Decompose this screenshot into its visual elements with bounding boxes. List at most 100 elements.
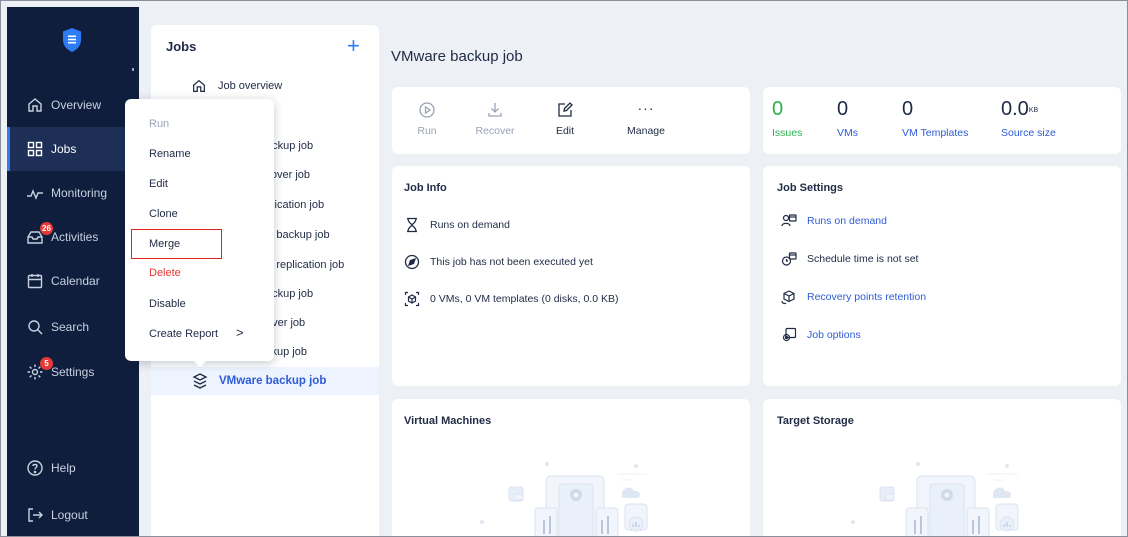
- job-settings-text: Schedule time is not set: [807, 253, 919, 265]
- stat-vms[interactable]: 0 VMs: [837, 97, 861, 139]
- menu-item-label: Delete: [149, 267, 181, 279]
- job-settings-options-link[interactable]: Job options: [781, 327, 861, 343]
- job-list-item-selected[interactable]: VMware backup job: [151, 367, 379, 395]
- job-settings-card: Job Settings Runs on demand Schedule tim…: [763, 166, 1121, 386]
- menu-item-label: Disable: [149, 298, 186, 310]
- menu-item-delete[interactable]: Delete: [125, 258, 274, 288]
- sidebar-item-label: Jobs: [51, 142, 77, 156]
- issues-count: 0: [772, 98, 784, 120]
- toolbar-card: Run Recover Edit ··· Manage: [392, 87, 750, 154]
- job-label: V replication job: [266, 259, 345, 271]
- recover-button[interactable]: Recover: [460, 101, 530, 137]
- retention-icon: [781, 290, 795, 305]
- job-info-objects: 0 VMs, 0 VM templates (0 disks, 0.0 KB): [404, 291, 618, 307]
- sidebar-item-search[interactable]: Search: [7, 305, 139, 349]
- sidebar-item-calendar[interactable]: Calendar: [7, 259, 139, 303]
- sidebar-item-settings[interactable]: Settings 5: [7, 350, 139, 394]
- sidebar-item-activities[interactable]: Activities 26: [7, 215, 139, 259]
- issues-label: Issues: [772, 127, 803, 139]
- home-icon: [193, 79, 205, 92]
- pulse-icon: [27, 189, 43, 200]
- sidebar-item-label: Search: [51, 320, 90, 334]
- job-info-text: Runs on demand: [430, 219, 510, 231]
- manage-label: Manage: [627, 125, 665, 137]
- vms-label: VMs: [837, 127, 858, 139]
- job-settings-title: Job Settings: [777, 182, 844, 194]
- stat-issues[interactable]: 0 Issues: [772, 97, 804, 139]
- compass-icon: [404, 254, 420, 270]
- source-size-number: 0.0: [1001, 98, 1029, 120]
- job-overview-label: Job overview: [218, 80, 283, 92]
- job-overview-item[interactable]: Job overview: [151, 72, 379, 100]
- source-size-label: Source size: [1001, 127, 1056, 139]
- app-window: Overview Jobs Monitoring Activities 26 C…: [0, 0, 1128, 537]
- job-info-text: This job has not been executed yet: [430, 256, 593, 268]
- menu-item-label: Rename: [149, 148, 191, 160]
- run-button[interactable]: Run: [392, 101, 462, 137]
- menu-item-label: Create Report: [149, 328, 219, 340]
- empty-state-illustration-icon: [851, 462, 1019, 536]
- stat-vm-templates[interactable]: 0 VM Templates: [902, 97, 972, 139]
- grid-icon: [27, 141, 43, 157]
- job-settings-text: Job options: [807, 329, 861, 341]
- menu-item-rename[interactable]: Rename: [125, 139, 274, 169]
- menu-item-edit[interactable]: Edit: [125, 169, 274, 199]
- activities-count-badge: 26: [40, 222, 53, 235]
- chevron-right-icon: >: [236, 325, 244, 340]
- more-icon: ···: [637, 100, 655, 116]
- job-settings-schedule-time: Schedule time is not set: [781, 251, 918, 267]
- run-label: Run: [417, 125, 437, 137]
- sidebar-item-monitoring[interactable]: Monitoring: [7, 171, 139, 215]
- menu-item-create-report[interactable]: Create Report >: [125, 319, 274, 349]
- job-settings-schedule-link[interactable]: Runs on demand: [781, 213, 887, 229]
- source-size-value: 0.0KB: [1001, 97, 1071, 121]
- jobs-panel-title: Jobs: [166, 39, 197, 54]
- menu-item-clone[interactable]: Clone: [125, 199, 274, 229]
- stats-card: 0 Issues 0 VMs 0 VM Templates 0.0KB Sour…: [763, 87, 1121, 154]
- sidebar-item-overview[interactable]: Overview: [7, 83, 139, 127]
- sidebar-item-logout[interactable]: Logout: [7, 493, 139, 536]
- logo-shield-icon: [63, 28, 81, 52]
- edit-label: Edit: [555, 125, 575, 137]
- help-icon: [27, 460, 43, 476]
- virtual-machines-card: Virtual Machines: [392, 399, 750, 536]
- sidebar-item-label: Logout: [51, 508, 88, 522]
- vm-templates-count: 0: [902, 98, 914, 120]
- edit-icon: [558, 102, 573, 117]
- job-label: VMware backup job: [219, 375, 327, 387]
- sidebar-item-jobs[interactable]: Jobs: [7, 127, 139, 171]
- collapse-handle[interactable]: [132, 68, 134, 71]
- merge-highlight-box: [131, 229, 222, 259]
- job-options-icon: [782, 327, 797, 342]
- edit-button[interactable]: Edit: [530, 101, 600, 137]
- vm-cube-icon: [404, 291, 420, 307]
- job-info-title: Job Info: [404, 182, 447, 194]
- calendar-icon: [27, 274, 43, 289]
- recover-label: Recover: [475, 125, 515, 137]
- menu-item-run[interactable]: Run: [125, 109, 274, 139]
- job-settings-text: Recovery points retention: [807, 291, 927, 303]
- context-menu-pointer: [194, 361, 206, 367]
- manage-button[interactable]: ··· Manage: [611, 101, 681, 137]
- home-icon: [28, 98, 42, 112]
- sidebar-item-help[interactable]: Help: [7, 446, 139, 490]
- add-job-button[interactable]: +: [347, 35, 360, 57]
- job-label: V backup job: [266, 229, 330, 241]
- menu-item-label: Edit: [149, 178, 168, 190]
- virtual-machines-title: Virtual Machines: [404, 415, 492, 427]
- stat-source-size: 0.0KB Source size: [1001, 97, 1071, 139]
- job-settings-retention-link[interactable]: Recovery points retention: [781, 289, 926, 305]
- play-icon: [419, 102, 435, 118]
- vm-templates-label: VM Templates: [902, 127, 969, 139]
- schedule-user-icon: [781, 214, 797, 227]
- vms-count: 0: [837, 98, 849, 120]
- job-info-schedule: Runs on demand: [404, 217, 510, 233]
- job-info-card: Job Info Runs on demand This job has not…: [392, 166, 750, 386]
- vmware-backup-icon: [192, 373, 208, 389]
- sidebar-item-label: Activities: [51, 230, 99, 244]
- menu-item-disable[interactable]: Disable: [125, 289, 274, 319]
- target-storage-title: Target Storage: [777, 415, 854, 427]
- menu-item-label: Run: [149, 118, 170, 130]
- sidebar: Overview Jobs Monitoring Activities 26 C…: [7, 7, 139, 536]
- menu-item-label: Clone: [149, 208, 178, 220]
